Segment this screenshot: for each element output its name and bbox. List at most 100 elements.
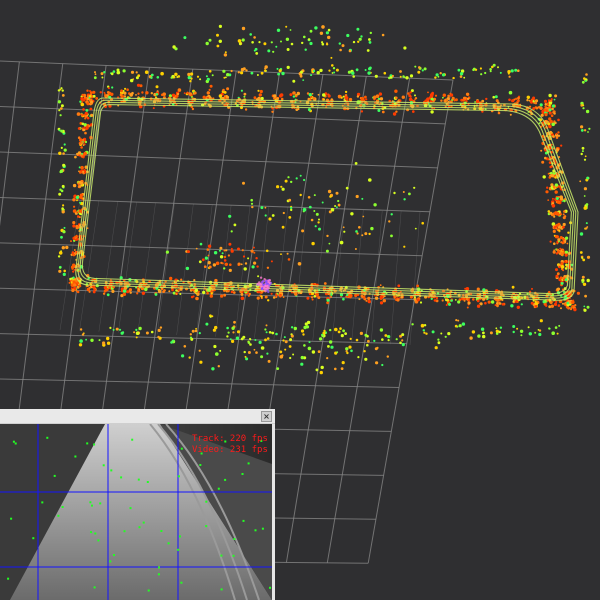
- map-point: [152, 107, 155, 110]
- map-point: [281, 354, 284, 357]
- map-point: [74, 155, 77, 159]
- map-point: [391, 74, 394, 78]
- map-point: [212, 263, 217, 267]
- map-point: [76, 152, 79, 155]
- map-point: [90, 113, 94, 117]
- map-point: [197, 290, 200, 293]
- map-point: [294, 95, 298, 98]
- map-point: [303, 325, 307, 330]
- map-point: [83, 127, 86, 130]
- tracked-feature: [138, 526, 141, 529]
- map-point: [440, 99, 443, 102]
- map-point: [551, 122, 555, 127]
- trajectory-loop: [75, 97, 579, 301]
- map-point: [464, 287, 467, 290]
- tracked-feature: [90, 531, 92, 534]
- map-point: [352, 40, 356, 44]
- map-point: [326, 234, 329, 238]
- map-point: [396, 298, 400, 302]
- map-point: [482, 331, 485, 335]
- tracked-feature: [61, 506, 64, 508]
- map-point: [416, 284, 419, 288]
- map-point: [222, 88, 225, 92]
- map-point: [61, 246, 65, 250]
- map-point: [106, 336, 110, 341]
- map-point: [195, 327, 198, 330]
- map-point: [539, 103, 543, 107]
- map-point: [370, 226, 374, 231]
- map-point: [392, 112, 397, 116]
- map-point: [299, 193, 302, 197]
- map-point: [345, 186, 349, 190]
- map-point: [552, 229, 556, 233]
- map-point: [318, 337, 323, 341]
- map-point: [586, 278, 590, 283]
- map-point: [555, 197, 559, 200]
- close-icon[interactable]: ×: [261, 411, 272, 422]
- map-point: [403, 245, 406, 248]
- map-point: [168, 290, 171, 293]
- map-point: [326, 301, 329, 305]
- map-point: [162, 92, 166, 96]
- map-point: [364, 333, 368, 337]
- map-point: [109, 326, 112, 329]
- map-point: [511, 99, 515, 103]
- map-point: [408, 97, 413, 102]
- map-point: [319, 68, 323, 73]
- map-point: [280, 40, 282, 43]
- map-point: [547, 122, 551, 126]
- map-point: [476, 287, 480, 291]
- map-point: [434, 94, 438, 97]
- map-point: [223, 259, 227, 262]
- map-point: [413, 186, 416, 189]
- tracked-feature: [247, 462, 250, 465]
- map-point: [402, 75, 405, 78]
- map-point: [68, 281, 71, 284]
- map-point: [266, 352, 269, 355]
- map-point: [80, 154, 83, 157]
- tracked-feature: [32, 537, 35, 540]
- map-point: [345, 96, 349, 100]
- map-point: [156, 76, 160, 79]
- map-point: [256, 74, 259, 76]
- map-point: [434, 76, 437, 79]
- tracked-feature: [232, 554, 235, 557]
- map-point: [238, 42, 242, 46]
- map-point: [236, 330, 241, 334]
- map-point: [386, 335, 390, 338]
- map-point: [496, 304, 499, 308]
- map-point: [59, 114, 62, 117]
- map-point: [421, 69, 424, 72]
- point-cloud: [57, 24, 591, 375]
- map-point: [354, 248, 357, 250]
- map-point: [497, 66, 499, 69]
- map-point: [307, 196, 311, 199]
- map-point: [556, 211, 560, 215]
- map-point: [564, 253, 568, 257]
- map-point: [88, 96, 91, 99]
- grid-line-fine: [98, 201, 119, 332]
- map-point: [549, 240, 552, 243]
- map-point: [263, 69, 267, 72]
- grid-line-fine: [351, 209, 364, 343]
- map-point: [63, 148, 67, 152]
- map-point: [420, 323, 425, 328]
- map-point: [78, 209, 82, 213]
- map-point: [218, 249, 221, 252]
- map-point: [104, 94, 107, 98]
- map-point: [457, 68, 461, 72]
- map-point: [551, 331, 555, 336]
- map-point: [276, 28, 281, 32]
- map-point: [275, 45, 278, 48]
- camera-window-titlebar[interactable]: ×: [0, 409, 275, 424]
- map-point: [256, 296, 260, 300]
- map-point: [364, 95, 367, 99]
- map-point: [551, 204, 556, 208]
- map-point: [181, 354, 185, 358]
- camera-window[interactable]: × Track: 220 fps Video: 231 fps: [0, 409, 275, 600]
- map-point: [70, 240, 72, 243]
- map-point: [223, 95, 226, 98]
- map-point: [581, 146, 585, 150]
- pose-point: [256, 282, 259, 286]
- map-point: [220, 261, 223, 265]
